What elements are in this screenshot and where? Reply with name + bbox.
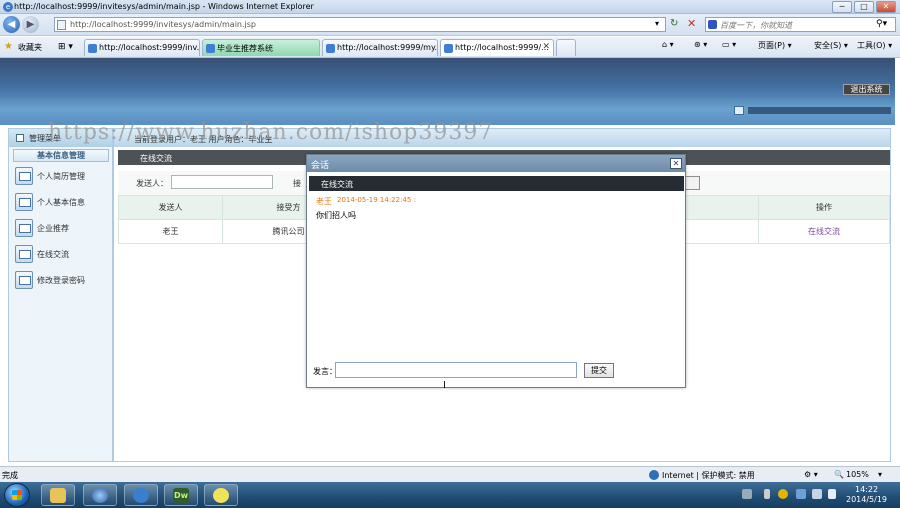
- forward-icon[interactable]: ▶: [22, 16, 39, 33]
- tab-favicon-icon: [206, 44, 215, 53]
- folder-icon: [50, 488, 66, 503]
- submit-button[interactable]: 提交: [584, 363, 614, 378]
- back-icon[interactable]: ◀: [3, 16, 20, 33]
- taskbar-ie[interactable]: [124, 484, 158, 506]
- chat-message-user: 老王: [316, 197, 332, 206]
- zoom-level[interactable]: 105%: [846, 470, 869, 479]
- close-window-icon[interactable]: ✕: [876, 1, 896, 13]
- baidu-icon: [708, 20, 717, 29]
- page-icon: [57, 20, 66, 30]
- chat-message-time: 2014-05-19 14:22:45 :: [337, 196, 416, 204]
- dialog-subtitle: 在线交流: [309, 176, 684, 191]
- favorites-star-icon[interactable]: ★: [4, 41, 13, 52]
- chat-dialog: 会话 ✕ 在线交流 老王 2014-05-19 14:22:45 : 你们招人吗…: [306, 154, 686, 388]
- window-title: http://localhost:9999/invitesys/admin/ma…: [14, 2, 314, 11]
- taskbar-clock[interactable]: 14:22 2014/5/19: [846, 485, 887, 505]
- clock-date: 2014/5/19: [846, 495, 888, 504]
- say-label: 发言：: [313, 367, 337, 376]
- tab-favicon-icon: [444, 44, 453, 53]
- search-input[interactable]: 百度一下，你就知道 ⚲▾: [705, 17, 896, 32]
- dreamweaver-icon: Dw: [173, 488, 189, 503]
- url-text: http://localhost:9999/invitesys/admin/ma…: [70, 20, 257, 29]
- text-cursor-icon: I: [443, 380, 446, 391]
- tab-close-icon[interactable]: ✕: [542, 42, 550, 52]
- tab-favicon-icon: [88, 44, 97, 53]
- dialog-title[interactable]: 会话: [307, 155, 685, 172]
- ie-icon: [133, 488, 149, 503]
- network-icon[interactable]: [796, 489, 806, 499]
- zone-text[interactable]: Internet | 保护模式: 禁用: [662, 470, 755, 481]
- minimize-icon[interactable]: ─: [832, 1, 852, 13]
- maximize-icon[interactable]: □: [854, 1, 874, 13]
- print-icon[interactable]: ▭ ▾: [722, 40, 736, 49]
- app-icon: [213, 488, 229, 503]
- favorites-label[interactable]: 收藏夹: [18, 42, 42, 53]
- browser-status-bar: 完成 Internet | 保护模式: 禁用 ⚙ ▾ 🔍 105% ▾: [0, 466, 900, 482]
- globe-icon: [649, 470, 659, 480]
- watermark: https://www.huzhan.com/ishop39397: [48, 120, 494, 145]
- tab-label: http://localhost:9999/...: [455, 43, 549, 52]
- tab-2[interactable]: 毕业生推荐系统: [202, 39, 320, 56]
- ie-logo-icon: e: [3, 2, 13, 12]
- media-player-icon: [92, 488, 108, 503]
- tab-1[interactable]: http://localhost:9999/inv...: [84, 39, 200, 56]
- taskbar-app[interactable]: [204, 484, 238, 506]
- volume-icon[interactable]: [828, 489, 836, 499]
- tab-bar: ★ 收藏夹 ⊞ ▾ http://localhost:9999/inv... 毕…: [0, 37, 900, 58]
- feeds-icon[interactable]: ⊛ ▾: [694, 40, 707, 49]
- taskbar-explorer[interactable]: [41, 484, 75, 506]
- status-text: 完成: [2, 471, 18, 480]
- url-dropdown-icon[interactable]: ▾: [655, 19, 659, 28]
- tray-arrow-icon[interactable]: [764, 489, 770, 499]
- tab-label: 毕业生推荐系统: [217, 44, 273, 53]
- security-icon[interactable]: ⚙ ▾: [804, 470, 818, 479]
- say-input[interactable]: [335, 362, 577, 378]
- quick-tabs-icon[interactable]: ⊞ ▾: [58, 42, 73, 52]
- home-icon[interactable]: ⌂ ▾: [662, 40, 674, 49]
- safety-menu[interactable]: 安全(S) ▾: [814, 40, 848, 51]
- tray-app-icon[interactable]: [778, 489, 788, 499]
- taskbar-dreamweaver[interactable]: Dw: [164, 484, 198, 506]
- tab-4-active[interactable]: http://localhost:9999/... ✕: [440, 39, 554, 56]
- tab-label: http://localhost:9999/my...: [337, 43, 438, 52]
- chat-message-text: 你们招人吗: [316, 211, 356, 220]
- clock-time: 14:22: [854, 485, 879, 494]
- dialog-close-icon[interactable]: ✕: [670, 158, 682, 169]
- start-button[interactable]: [4, 483, 30, 507]
- search-placeholder: 百度一下，你就知道: [720, 21, 792, 30]
- new-tab-button[interactable]: [556, 39, 576, 56]
- flag-icon[interactable]: [812, 489, 822, 499]
- stop-icon[interactable]: ✕: [687, 17, 696, 30]
- zoom-dropdown-icon[interactable]: ▾: [878, 470, 882, 479]
- search-icon[interactable]: ⚲▾: [876, 19, 887, 29]
- refresh-icon[interactable]: ↻: [670, 18, 678, 29]
- keyboard-icon[interactable]: [742, 489, 752, 499]
- tools-menu[interactable]: 工具(O) ▾: [857, 40, 892, 51]
- page-menu[interactable]: 页面(P) ▾: [758, 40, 792, 51]
- tab-label: http://localhost:9999/inv...: [99, 43, 200, 52]
- windows-taskbar: Dw 14:22 2014/5/19: [0, 482, 900, 508]
- taskbar-media[interactable]: [83, 484, 117, 506]
- zoom-icon[interactable]: 🔍: [834, 470, 844, 479]
- tab-favicon-icon: [326, 44, 335, 53]
- url-input[interactable]: http://localhost:9999/invitesys/admin/ma…: [54, 17, 666, 32]
- address-bar-row: ◀ ▶ http://localhost:9999/invitesys/admi…: [0, 14, 900, 36]
- tab-3[interactable]: http://localhost:9999/my...: [322, 39, 438, 56]
- browser-title-bar: e http://localhost:9999/invitesys/admin/…: [0, 0, 900, 14]
